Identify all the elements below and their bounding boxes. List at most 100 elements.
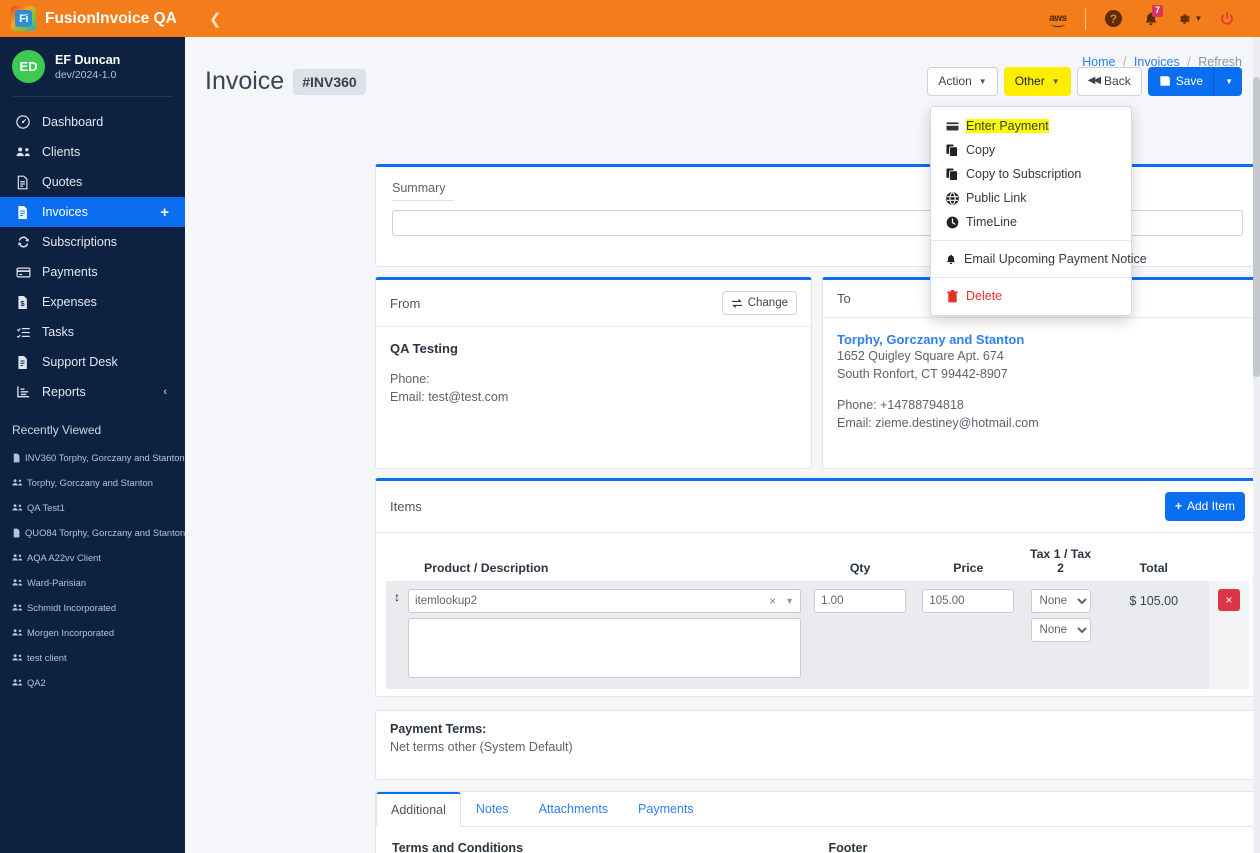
tab-notes[interactable]: Notes [461,792,524,827]
from-company-name: QA Testing [390,341,458,357]
top-bar: Fi FusionInvoice QA ❮ aws ? 7 ▼ [0,0,1260,37]
scrollbar-track[interactable] [1253,37,1260,853]
description-textarea[interactable] [408,617,802,678]
list-item[interactable]: Torphy, Gorczany and Stanton [0,470,185,495]
sidebar-collapse-icon[interactable]: ❮ [209,10,222,28]
list-item[interactable]: INV360 Torphy, Gorczany and Stanton [0,445,185,470]
chevron-left-icon[interactable]: ‹ [163,386,167,398]
add-item-button[interactable]: + Add Item [1164,492,1245,521]
sidebar-item-label: Quotes [42,175,83,189]
sidebar-item-quotes[interactable]: Quotes [0,167,185,197]
menu-item-copy-to-subscription[interactable]: Copy to Subscription [931,162,1131,186]
menu-item-public-link[interactable]: Public Link [931,186,1131,210]
add-invoice-icon[interactable]: + [160,204,169,221]
sidebar-item-invoices[interactable]: Invoices + [0,197,185,227]
chart-icon [16,385,42,399]
users-icon [12,553,23,562]
action-button-label: Action [938,74,972,89]
list-item-label: Ward-Parisian [27,577,87,588]
copy-icon [945,144,959,157]
drag-handle-icon[interactable]: ↕ [390,590,400,604]
terms-conditions-label: Terms and Conditions [392,841,524,853]
price-input[interactable] [922,588,1015,613]
power-icon[interactable] [1208,0,1246,37]
users-icon [12,628,23,637]
back-button[interactable]: ◀◀ Back [1076,67,1142,96]
other-button[interactable]: Other ▼ [1003,67,1071,96]
product-select[interactable]: itemlookup2 × ▼ [408,588,802,613]
users-icon [16,145,42,159]
to-card-body: Torphy, Gorczany and Stanton 1652 Quigle… [823,318,1259,447]
list-item[interactable]: QUO84 Torphy, Gorczany and Stanton [0,520,185,545]
tax1-select[interactable]: None [1030,588,1091,613]
sidebar-item-payments[interactable]: Payments [0,257,185,287]
scrollbar-thumb[interactable] [1253,77,1260,377]
list-item[interactable]: Ward-Parisian [0,570,185,595]
list-check-icon [16,326,42,339]
clock-icon [945,216,959,229]
to-company-name[interactable]: Torphy, Gorczany and Stanton [837,332,1245,347]
page-title: Invoice [205,67,285,95]
change-from-button[interactable]: Change [721,291,797,316]
sidebar-item-label: Invoices [42,205,88,219]
from-card: From Change QA Testing Phone: Email: tes… [375,277,812,469]
save-dropdown-toggle[interactable]: ▼ [1214,67,1242,96]
quote-icon [12,528,21,538]
add-item-label: Add Item [1186,499,1235,513]
sidebar-item-reports[interactable]: Reports ‹ [0,377,185,407]
gear-icon[interactable]: ▼ [1170,0,1208,37]
notification-badge: 7 [1152,5,1164,17]
from-card-body: QA Testing Phone: Email: test@test.com [376,327,811,420]
qty-input[interactable] [814,588,907,613]
tab-attachments[interactable]: Attachments [524,792,623,827]
sidebar-item-support-desk[interactable]: Support Desk [0,347,185,377]
menu-item-delete[interactable]: Delete [931,284,1131,308]
copy-icon [945,168,959,181]
sidebar-item-tasks[interactable]: Tasks [0,317,185,347]
menu-item-email-upcoming-payment-notice[interactable]: Email Upcoming Payment Notice [931,247,1147,271]
back-button-label: Back [1104,74,1131,89]
expense-icon: $ [16,295,42,310]
chevron-down-icon: ▼ [1051,76,1060,86]
list-item[interactable]: AQA A22vv Client [0,545,185,570]
delete-row-button[interactable]: × [1217,588,1240,611]
brand[interactable]: Fi FusionInvoice QA [0,6,185,31]
globe-icon [945,191,959,205]
sidebar-item-clients[interactable]: Clients [0,137,185,167]
menu-item-copy[interactable]: Copy [931,138,1131,162]
recently-viewed-title: Recently Viewed [12,423,102,437]
list-item[interactable]: QA Test1 [0,495,185,520]
list-item[interactable]: Schmidt Incorporated [0,595,185,620]
list-item[interactable]: test client [0,645,185,670]
toolbar-divider [1085,7,1086,30]
action-button[interactable]: Action ▼ [927,67,998,96]
sidebar-item-label: Support Desk [42,355,118,369]
tab-payments[interactable]: Payments [623,792,709,827]
users-icon [12,503,23,512]
other-dropdown-menu: Enter Payment Copy Copy to Subscription … [930,106,1147,316]
card-icon [16,266,42,279]
to-phone: Phone: +14788794818 [837,398,964,413]
list-item[interactable]: Morgen Incorporated [0,620,185,645]
user-block[interactable]: ED EF Duncan dev/2024-1.0 [0,37,185,96]
save-button[interactable]: Save [1147,67,1215,96]
sidebar-item-subscriptions[interactable]: Subscriptions [0,227,185,257]
menu-item-timeline[interactable]: TimeLine [931,210,1131,234]
sidebar-item-dashboard[interactable]: Dashboard [0,107,185,137]
chevron-down-icon: ▼ [785,595,795,606]
tab-additional[interactable]: Additional [376,792,461,827]
sidebar-item-expenses[interactable]: $ Expenses [0,287,185,317]
list-item-label: INV360 Torphy, Gorczany and Stanton [25,452,185,463]
list-item[interactable]: QA2 [0,670,185,695]
tax2-select[interactable]: None [1030,617,1091,642]
items-card: Items + Add Item Product / Description Q… [375,478,1260,697]
help-circle-icon[interactable]: ? [1094,0,1132,37]
aws-logo-icon[interactable]: aws [1039,0,1077,37]
clear-icon[interactable]: × [769,594,776,608]
menu-item-enter-payment[interactable]: Enter Payment [931,114,1131,138]
menu-item-label: Enter Payment [966,119,1049,133]
users-icon [12,603,23,612]
menu-divider [931,240,1131,241]
bell-icon[interactable]: 7 [1132,0,1170,37]
logo-letters: Fi [15,10,32,27]
